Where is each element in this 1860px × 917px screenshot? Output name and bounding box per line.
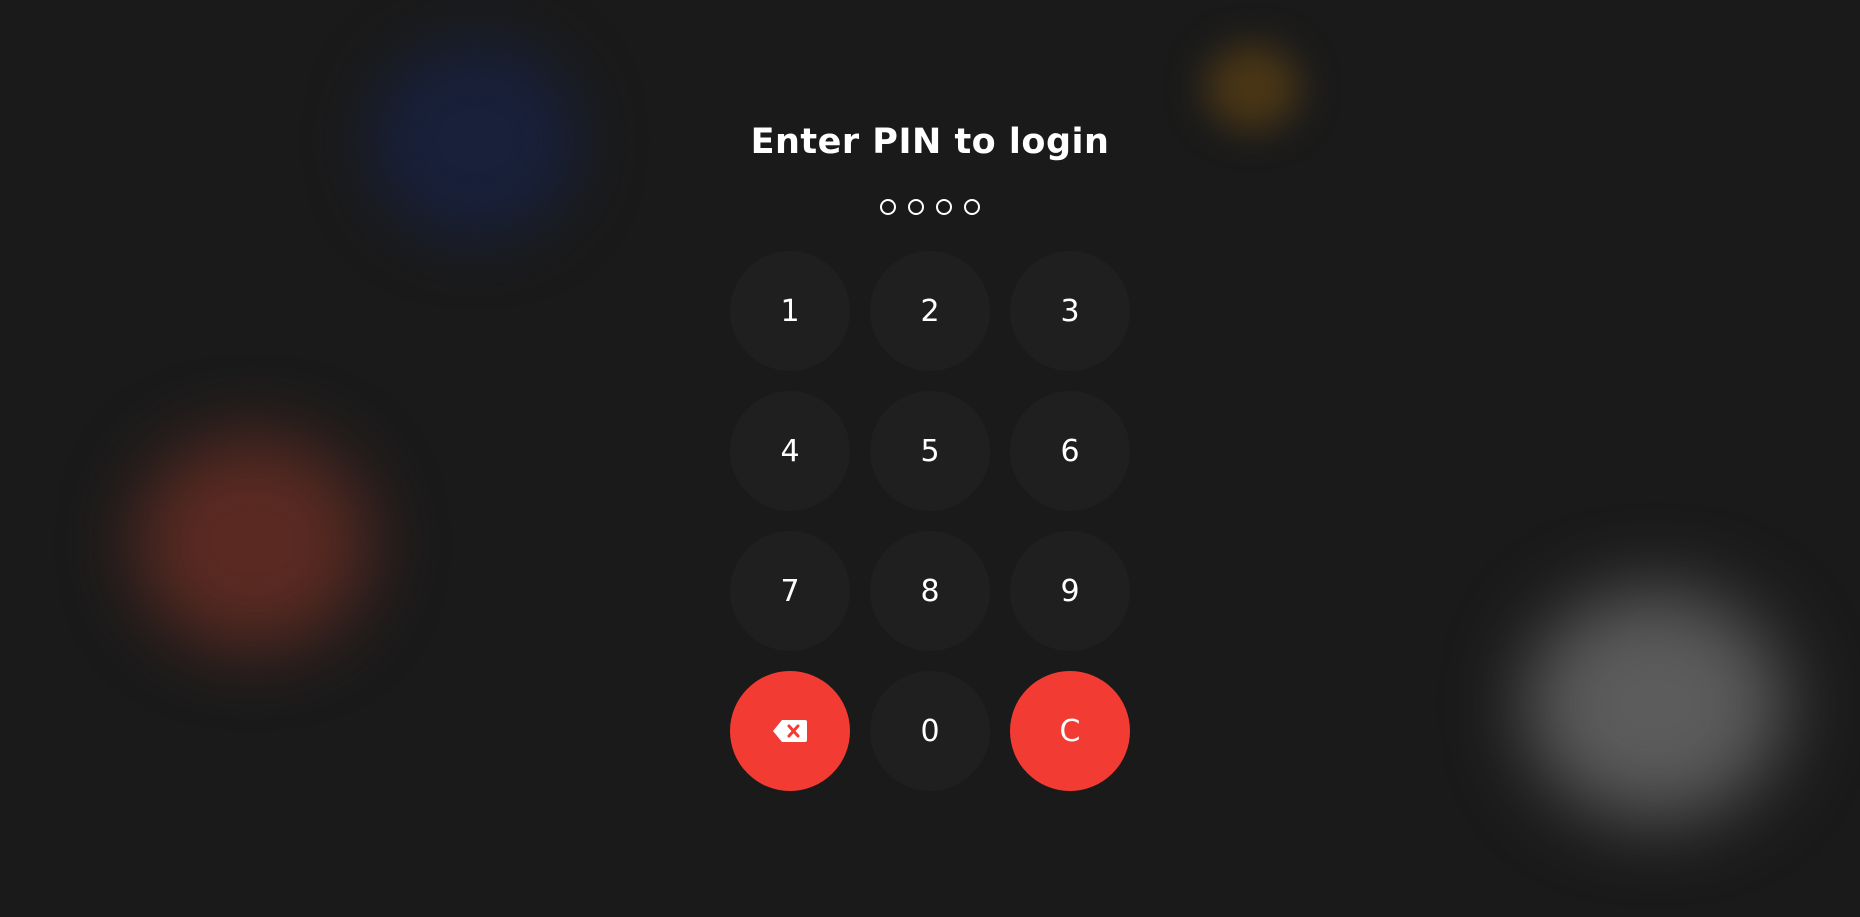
clear-button[interactable]: C	[1010, 671, 1130, 791]
pin-dot	[936, 199, 952, 215]
keypad: 1 2 3 4 5 6 7 8 9 0 C	[730, 251, 1130, 791]
pin-dot	[880, 199, 896, 215]
pin-dot	[908, 199, 924, 215]
key-3[interactable]: 3	[1010, 251, 1130, 371]
key-0[interactable]: 0	[870, 671, 990, 791]
page-title: Enter PIN to login	[750, 122, 1110, 162]
key-4[interactable]: 4	[730, 391, 850, 511]
key-7[interactable]: 7	[730, 531, 850, 651]
pin-dot	[964, 199, 980, 215]
backspace-button[interactable]	[730, 671, 850, 791]
pin-indicator	[0, 199, 1860, 215]
key-8[interactable]: 8	[870, 531, 990, 651]
pin-panel: Enter PIN to login 1 2 3 4 5 6 7 8 9 0 C	[0, 0, 1860, 917]
key-6[interactable]: 6	[1010, 391, 1130, 511]
key-9[interactable]: 9	[1010, 531, 1130, 651]
key-1[interactable]: 1	[730, 251, 850, 371]
key-2[interactable]: 2	[870, 251, 990, 371]
login-screen: Enter PIN to login 1 2 3 4 5 6 7 8 9 0 C	[0, 0, 1860, 917]
key-5[interactable]: 5	[870, 391, 990, 511]
backspace-icon	[772, 719, 808, 743]
